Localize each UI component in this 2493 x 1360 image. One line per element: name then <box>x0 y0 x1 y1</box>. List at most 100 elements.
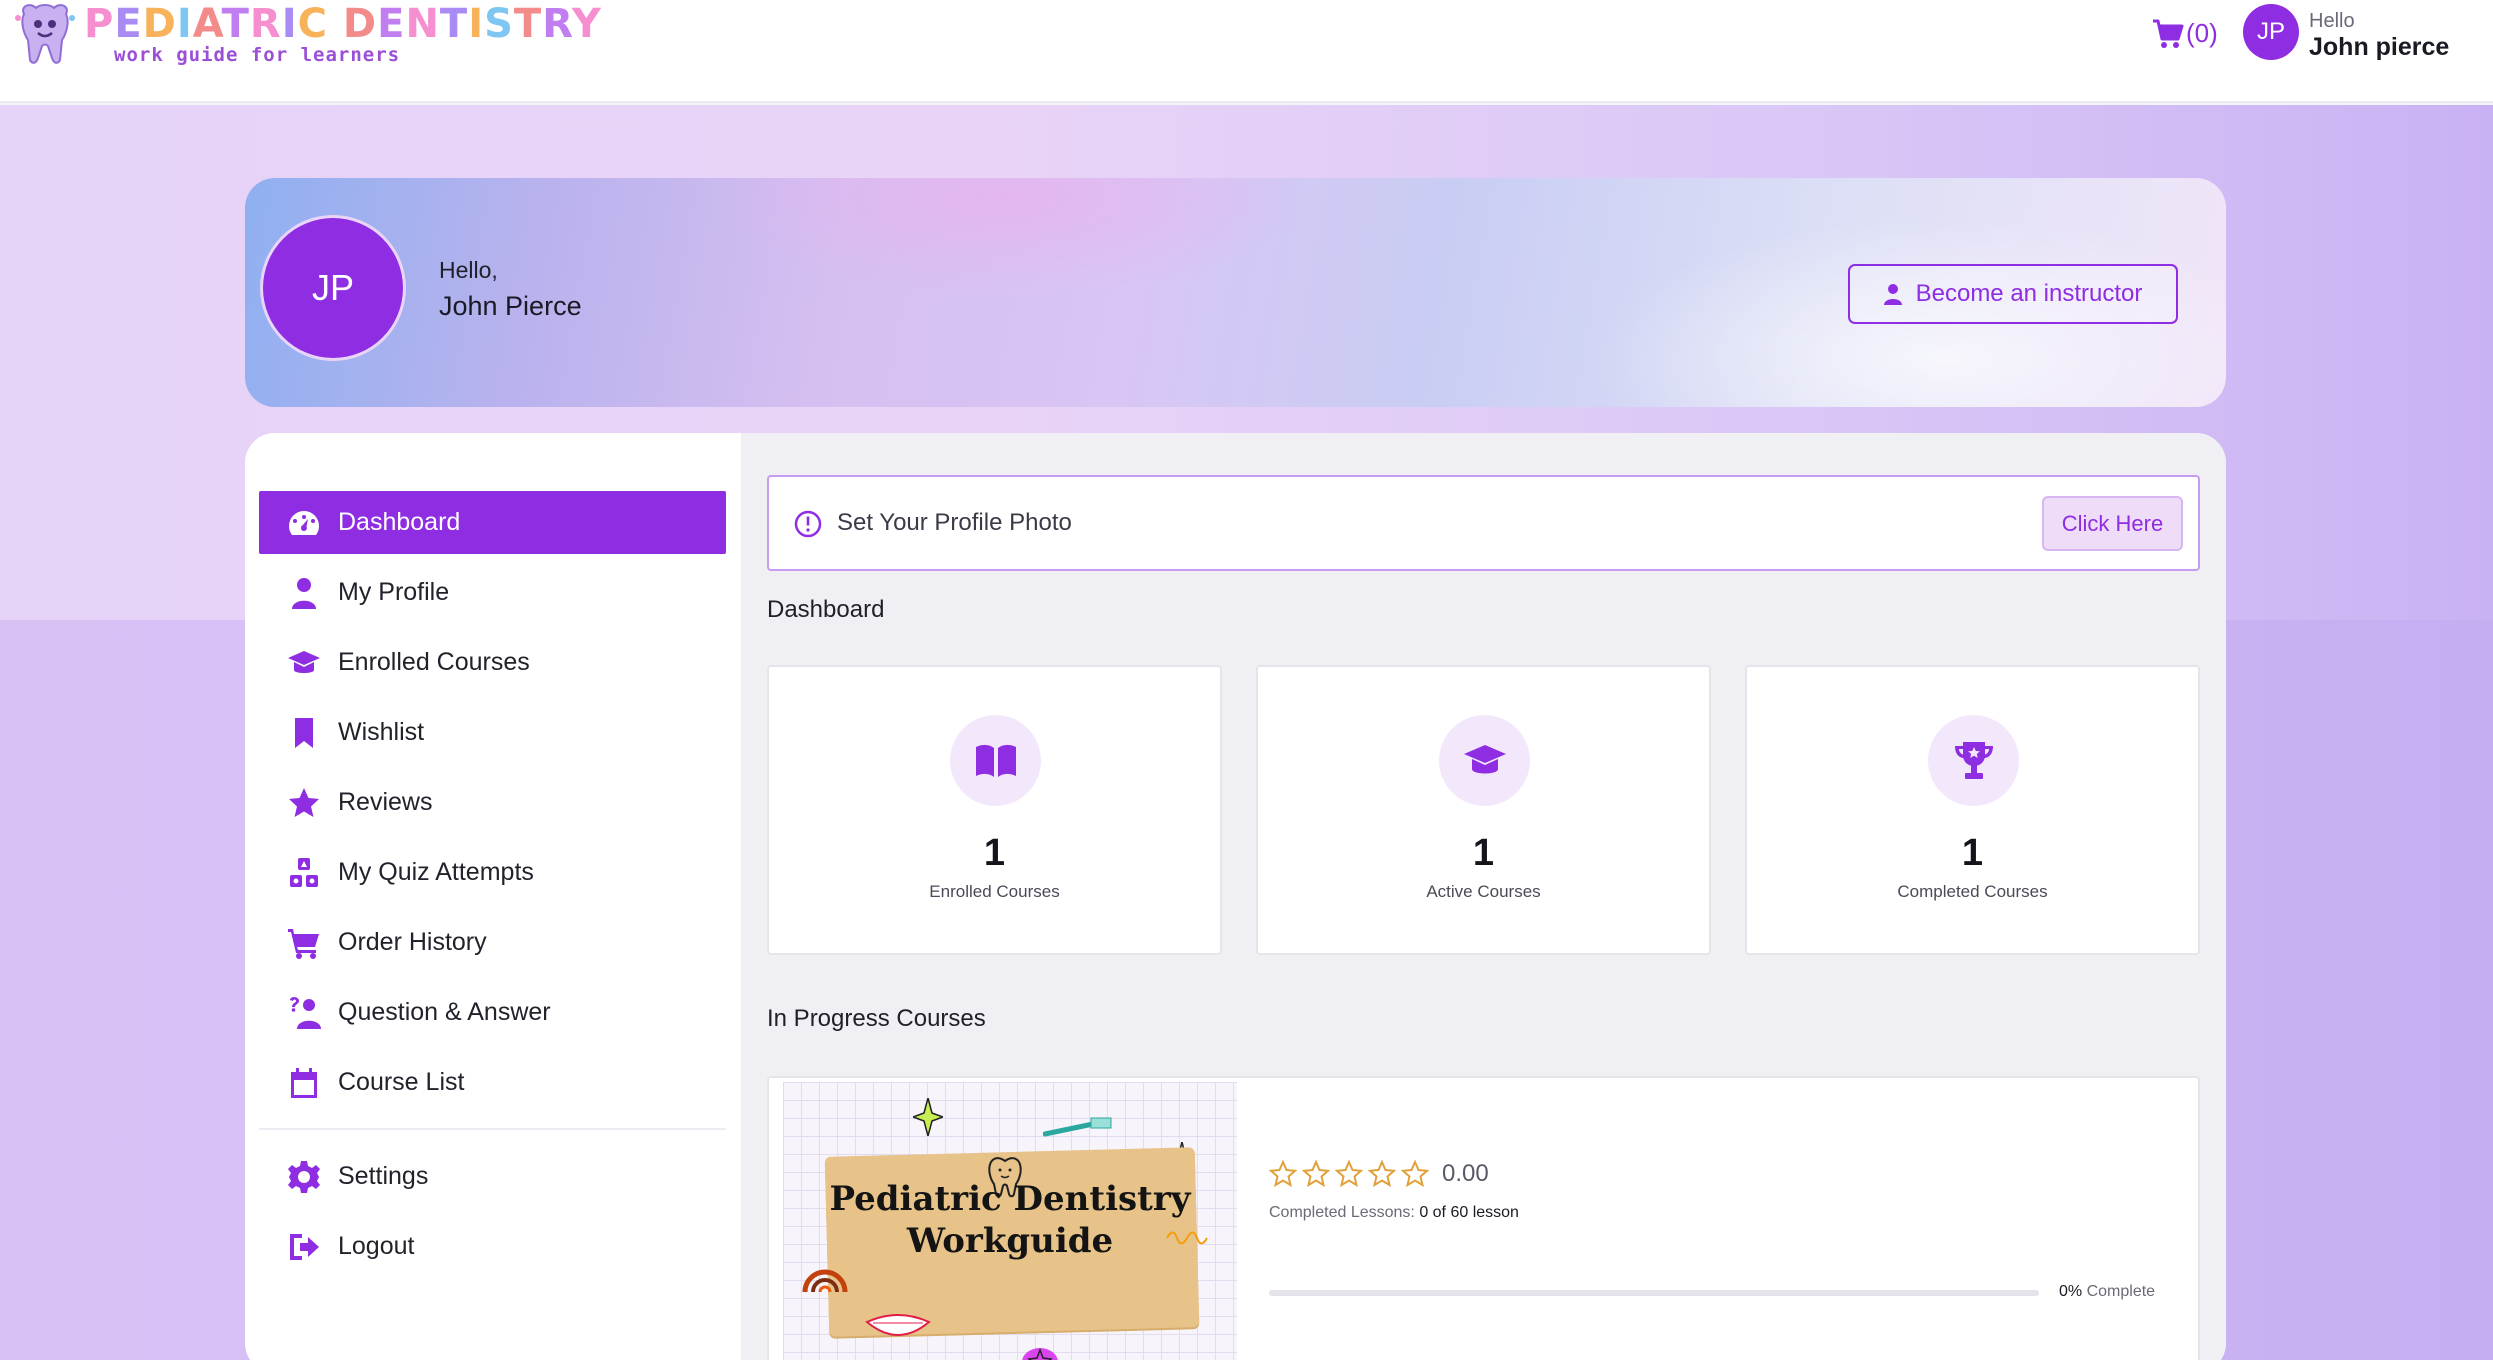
logo-letter: T <box>439 1 469 47</box>
sidebar-item-wishlist[interactable]: Wishlist <box>259 701 726 764</box>
alert-text: Set Your Profile Photo <box>837 509 1072 536</box>
logo-letter: I <box>176 1 193 47</box>
in-progress-course-card[interactable]: Pediatric Dentistry Workguide 0.00 Compl… <box>767 1076 2200 1360</box>
logo-subtitle: work guide for learners <box>114 44 401 66</box>
logo-letter: I <box>468 1 485 47</box>
gear-icon <box>286 1159 322 1195</box>
sidebar-item-quiz-attempts[interactable]: My Quiz Attempts <box>259 841 726 904</box>
star-outline-icon <box>1368 1160 1396 1188</box>
course-progress-text: 0% Complete <box>2059 1283 2155 1301</box>
sidebar-item-label: Settings <box>338 1162 429 1190</box>
profile-photo-alert: Set Your Profile Photo Click Here <box>767 475 2200 571</box>
cart-button[interactable]: (0) <box>2152 18 2218 49</box>
rainbow-icon <box>802 1269 848 1293</box>
completed-lessons-label: Completed Lessons: <box>1269 1204 1415 1221</box>
rating-value: 0.00 <box>1442 1160 1489 1187</box>
logo-letter: T <box>513 1 543 47</box>
sidebar-item-label: My Profile <box>338 578 450 606</box>
hero-greeting: Hello, <box>439 257 498 283</box>
sidebar-item-question-answer[interactable]: Question & Answer <box>259 981 726 1044</box>
calendar-icon <box>286 1065 322 1101</box>
become-instructor-button[interactable]: Become an instructor <box>1848 264 2178 324</box>
toothbrush-icon <box>1043 1117 1112 1137</box>
sidebar-item-dashboard[interactable]: Dashboard <box>259 491 726 554</box>
header-avatar[interactable]: JP <box>2243 4 2299 60</box>
thumbnail-title: Pediatric Dentistry Workguide <box>783 1178 1237 1262</box>
graduation-cap-icon <box>286 645 322 681</box>
graduation-cap-icon <box>1439 715 1530 806</box>
completed-lessons-value: 0 of 60 lesson <box>1419 1204 1519 1221</box>
profile-hero: JP Hello, John Pierce Become an instruct… <box>245 178 2226 407</box>
logo-title: PEDIATRIC DENTISTRY <box>84 2 602 46</box>
sidebar-item-course-list[interactable]: Course List <box>259 1051 726 1114</box>
trophy-icon <box>1928 715 2019 806</box>
logo-letter <box>328 1 343 47</box>
logo-letter: I <box>281 1 298 47</box>
logo-letter: E <box>377 1 406 47</box>
sidebar-item-label: Order History <box>338 928 487 956</box>
stat-label: Enrolled Courses <box>929 882 1060 901</box>
sidebar-item-label: Logout <box>338 1232 415 1260</box>
logout-icon <box>286 1229 322 1265</box>
bookmark-icon <box>286 715 322 751</box>
logo-letter: A <box>192 1 222 47</box>
top-header: PEDIATRIC DENTISTRY work guide for learn… <box>0 0 2493 103</box>
smile-mouth-icon <box>865 1314 931 1336</box>
user-icon <box>1883 284 1902 305</box>
logo-letter: T <box>221 1 250 47</box>
dashboard-icon <box>286 505 322 541</box>
click-here-button[interactable]: Click Here <box>2042 496 2183 551</box>
cart-icon <box>286 925 322 961</box>
logo-letter: S <box>484 1 514 47</box>
sidebar-item-order-history[interactable]: Order History <box>259 911 726 974</box>
book-open-icon <box>950 715 1041 806</box>
header-greeting: Hello <box>2309 10 2355 32</box>
progress-percent: 0% <box>2059 1283 2083 1300</box>
star-outline-icon <box>1401 1160 1429 1188</box>
profile-avatar: JP <box>260 215 406 361</box>
header-user-name[interactable]: John pierce <box>2309 33 2449 62</box>
sidebar-item-label: Course List <box>338 1068 465 1096</box>
star-outline-icon <box>1269 1160 1297 1188</box>
logo-letter: P <box>84 1 115 47</box>
alert-circle-icon <box>794 510 822 538</box>
logo-letter: N <box>405 1 440 47</box>
thumbnail-title-line1: Pediatric Dentistry <box>829 1179 1191 1219</box>
rating-stars: 0.00 <box>1269 1160 1489 1188</box>
course-progress-bar <box>1269 1290 2039 1296</box>
sidebar-item-logout[interactable]: Logout <box>259 1215 726 1278</box>
logo-letter: C <box>297 1 328 47</box>
sidebar-item-settings[interactable]: Settings <box>259 1145 726 1208</box>
star-blob-icon <box>1022 1347 1058 1360</box>
sidebar-nav: Dashboard My Profile Enrolled Courses Wi… <box>245 433 741 1360</box>
stat-card-enrolled: 1 Enrolled Courses <box>767 665 1222 955</box>
progress-suffix: Complete <box>2086 1283 2156 1300</box>
sidebar-item-label: Enrolled Courses <box>338 648 530 676</box>
sidebar-divider <box>259 1128 726 1130</box>
logo-letter: Y <box>571 1 602 47</box>
star-outline-icon <box>1302 1160 1330 1188</box>
logo-letter: D <box>342 1 378 47</box>
question-person-icon <box>286 995 322 1031</box>
dashboard-content: Set Your Profile Photo Click Here Dashbo… <box>741 433 2226 1360</box>
dashboard-heading: Dashboard <box>767 596 885 623</box>
stat-value: 1 <box>1472 832 1495 874</box>
sidebar-item-my-profile[interactable]: My Profile <box>259 561 726 624</box>
stat-label: Active Courses <box>1426 882 1541 901</box>
stat-value: 1 <box>1961 832 1984 874</box>
hero-user-name: John Pierce <box>439 291 582 321</box>
stat-value: 1 <box>983 832 1006 874</box>
tooth-mascot-icon <box>15 4 75 64</box>
sidebar-item-enrolled-courses[interactable]: Enrolled Courses <box>259 631 726 694</box>
in-progress-heading: In Progress Courses <box>767 1005 986 1032</box>
cubes-icon <box>286 855 322 891</box>
sidebar-item-label: My Quiz Attempts <box>338 858 534 886</box>
sidebar-item-reviews[interactable]: Reviews <box>259 771 726 834</box>
course-thumbnail[interactable]: Pediatric Dentistry Workguide <box>783 1082 1237 1360</box>
sidebar-item-label: Dashboard <box>338 508 461 536</box>
completed-lessons: Completed Lessons: 0 of 60 lesson <box>1269 1204 1519 1222</box>
cart-icon <box>2153 19 2184 48</box>
logo-letter: D <box>142 1 177 47</box>
site-logo[interactable]: PEDIATRIC DENTISTRY work guide for learn… <box>12 0 602 70</box>
sparkle-icon <box>913 1098 943 1136</box>
